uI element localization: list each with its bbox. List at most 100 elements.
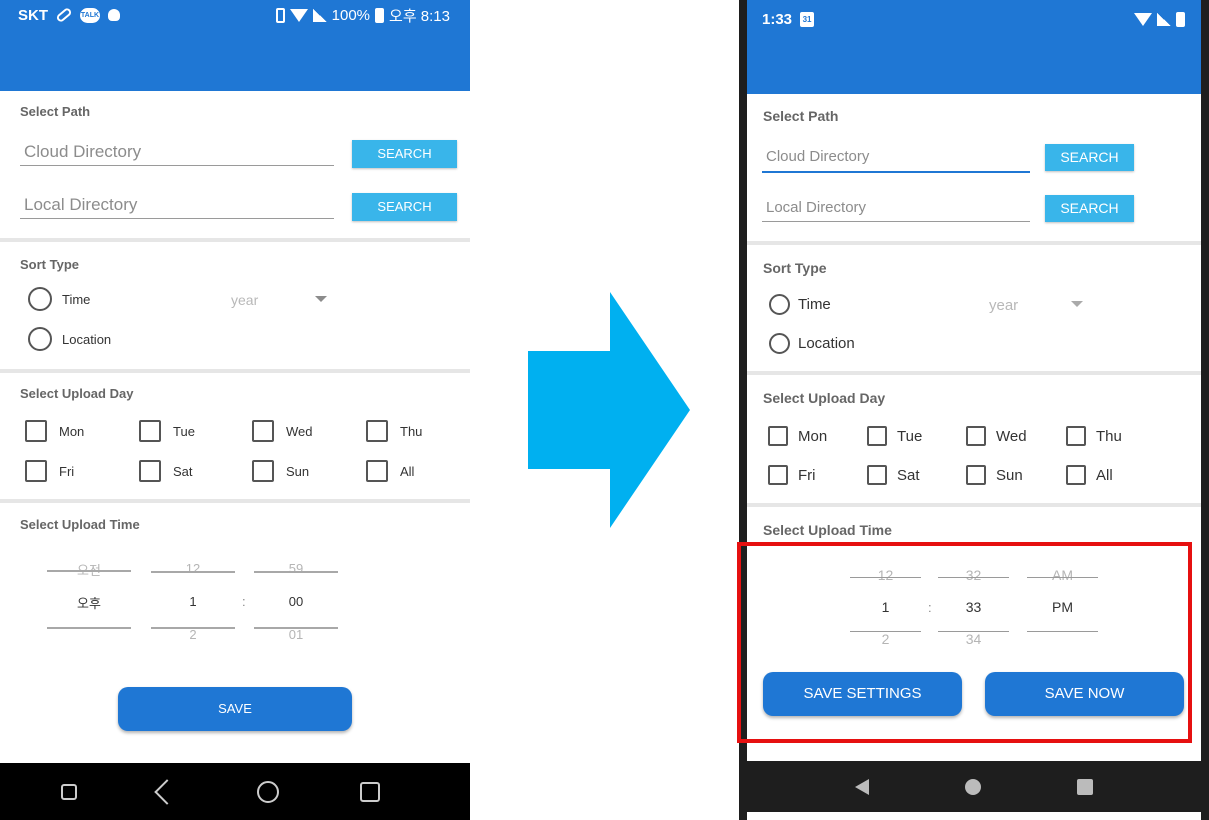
back-icon[interactable] [855,778,869,795]
recent-apps-icon[interactable] [1077,778,1093,795]
checkbox-tue[interactable]: Tue [867,426,922,446]
checkbox-box[interactable] [25,460,47,482]
radio-location-label: Location [62,331,112,347]
picker-next-value: 2 [189,627,197,642]
sort-type-label: Sort Type [763,260,827,276]
checkbox-thu[interactable]: Thu [366,420,422,442]
checkbox-box[interactable] [966,426,986,446]
select-upload-day-label: Select Upload Day [763,390,886,406]
radio-circle[interactable] [28,287,52,311]
checkbox-sat[interactable]: Sat [867,465,920,485]
radio-time[interactable]: Time [769,294,831,315]
local-search-button[interactable]: SEARCH [352,193,457,221]
local-search-button[interactable]: SEARCH [1045,195,1134,222]
checkbox-mon[interactable]: Mon [768,426,827,446]
back-icon[interactable] [153,778,180,805]
hour-picker[interactable]: 12 1 2 [151,558,235,642]
ampm-picker[interactable]: 오전 오후 [47,558,131,638]
radio-time[interactable]: Time [28,287,90,311]
checkbox-label: All [1096,466,1113,484]
cloud-search-button[interactable]: SEARCH [352,140,457,168]
radio-circle[interactable] [28,327,52,351]
checkbox-label: Sun [996,466,1023,484]
checkbox-box[interactable] [1066,426,1086,446]
checkbox-label: Fri [798,466,816,484]
checkbox-label: Mon [798,427,828,445]
checkbox-sat[interactable]: Sat [139,460,193,482]
checkbox-sun[interactable]: Sun [252,460,309,482]
checkbox-box[interactable] [366,420,388,442]
checkbox-mon[interactable]: Mon [25,420,84,442]
wifi-icon [289,8,308,22]
navigation-bar [0,763,470,820]
local-directory-input[interactable]: Local Directory [762,196,1030,222]
radio-location[interactable]: Location [769,333,855,354]
picker-prev-value: 59 [288,561,304,576]
select-path-label: Select Path [20,104,91,119]
select-upload-day-label: Select Upload Day [20,386,134,401]
checkbox-fri[interactable]: Fri [25,460,74,482]
talk-icon: TALK [80,7,100,23]
checkbox-label: Wed [286,423,313,439]
navigation-bar [747,761,1201,812]
checkbox-box[interactable] [25,420,47,442]
checkbox-label: Fri [59,463,75,479]
divider [0,238,470,242]
select-upload-time-label: Select Upload Time [20,517,140,532]
checkbox-all[interactable]: All [366,460,414,482]
checkbox-box[interactable] [1066,465,1086,485]
home-icon[interactable] [256,780,279,803]
checkbox-box[interactable] [139,420,161,442]
dropdown-arrow-icon [315,296,327,302]
checkbox-sun[interactable]: Sun [966,465,1023,485]
save-button[interactable]: SAVE [118,687,352,731]
carrier-label: SKT [18,6,48,24]
divider [747,371,1201,375]
screen-switch-icon[interactable] [60,783,77,800]
checkbox-box[interactable] [139,460,161,482]
checkbox-wed[interactable]: Wed [966,426,1027,446]
radio-circle[interactable] [769,294,790,315]
checkbox-box[interactable] [252,420,274,442]
checkbox-box[interactable] [768,426,788,446]
checkbox-label: Sat [173,463,193,479]
wifi-icon [1134,12,1152,26]
status-bar: 1:33 31 [747,0,1201,38]
checkbox-box[interactable] [366,460,388,482]
minute-picker[interactable]: 59 00 01 [254,558,338,642]
checkbox-fri[interactable]: Fri [768,465,816,485]
sort-unit-dropdown[interactable]: year [231,290,331,310]
cloud-directory-input[interactable]: Cloud Directory [20,140,334,166]
pill-icon [55,6,73,24]
checkbox-box[interactable] [867,465,887,485]
checkbox-box[interactable] [252,460,274,482]
checkbox-label: Mon [59,423,85,439]
picker-line [47,627,131,629]
recent-apps-icon[interactable] [359,781,380,802]
checkbox-label: All [400,463,415,479]
app-bar: 1:33 31 [747,0,1201,94]
dropdown-value: year [231,292,259,308]
picker-prev-value: 12 [185,561,201,576]
divider [747,241,1201,245]
local-directory-input[interactable]: Local Directory [20,193,334,219]
cloud-search-button[interactable]: SEARCH [1045,144,1134,171]
checkbox-box[interactable] [768,465,788,485]
divider [0,499,470,503]
time-separator: : [242,594,246,609]
checkbox-wed[interactable]: Wed [252,420,313,442]
checkbox-box[interactable] [867,426,887,446]
android-icon [108,9,120,21]
home-icon[interactable] [965,778,981,795]
checkbox-tue[interactable]: Tue [139,420,195,442]
radio-location[interactable]: Location [28,327,111,351]
select-path-label: Select Path [763,108,839,124]
clock: 오후 8:13 [389,7,450,25]
radio-circle[interactable] [769,333,790,354]
checkbox-box[interactable] [966,465,986,485]
cloud-directory-input[interactable]: Cloud Directory [762,145,1030,173]
sort-unit-dropdown[interactable]: year [989,295,1089,315]
checkbox-label: Wed [996,427,1027,445]
checkbox-thu[interactable]: Thu [1066,426,1122,446]
checkbox-all[interactable]: All [1066,465,1113,485]
